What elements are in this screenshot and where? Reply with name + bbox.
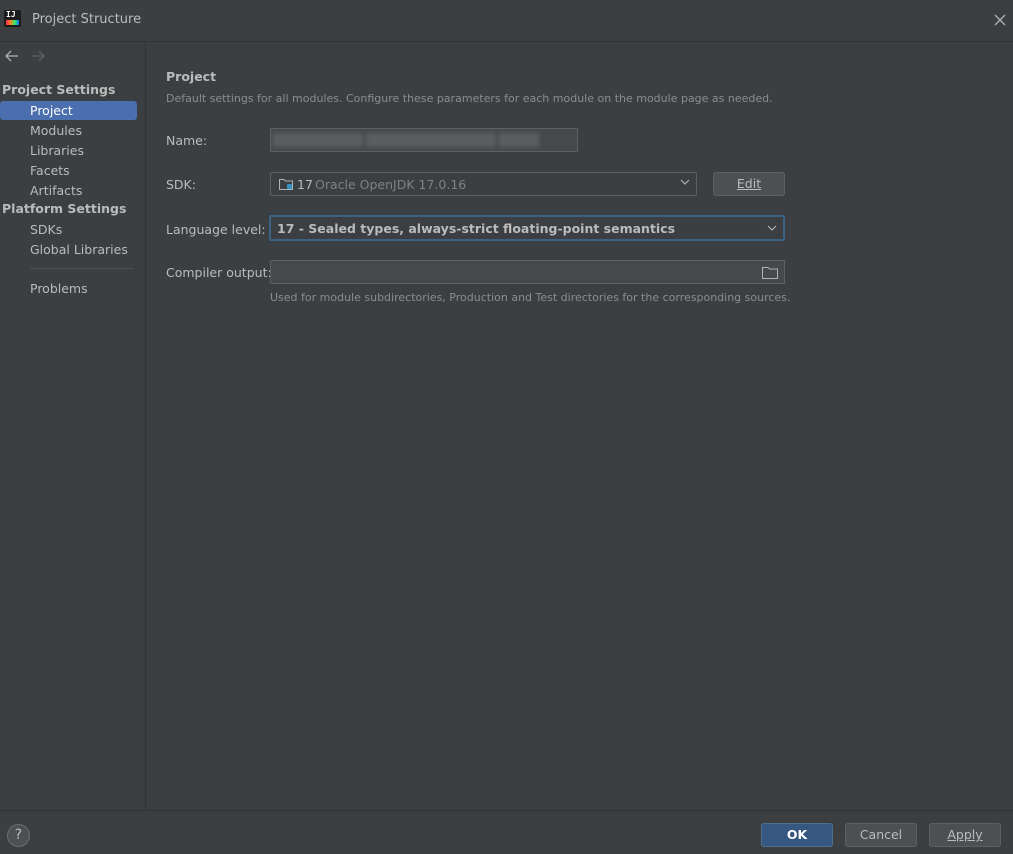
language-level-label: Language level:	[166, 222, 266, 237]
title-bar: IJ Project Structure	[0, 0, 1013, 42]
sidebar-item-modules[interactable]: Modules	[0, 121, 137, 140]
browse-folder-icon[interactable]	[762, 266, 778, 279]
sidebar: Project Settings Project Modules Librari…	[0, 42, 146, 810]
forward-arrow-icon[interactable]	[30, 49, 46, 67]
dialog-footer: ? OK Cancel Apply	[0, 810, 1013, 854]
sdk-name: Oracle OpenJDK 17.0.16	[315, 177, 467, 192]
edit-button-label: Edit	[736, 176, 762, 191]
apply-button-label: Apply	[947, 827, 983, 842]
compiler-output-label: Compiler output:	[166, 265, 272, 280]
app-icon-text: IJ	[6, 10, 16, 19]
back-arrow-icon[interactable]	[4, 49, 20, 67]
ok-button[interactable]: OK	[761, 823, 833, 847]
close-icon[interactable]	[990, 10, 1010, 30]
page-description: Default settings for all modules. Config…	[166, 92, 773, 105]
sidebar-item-global-libraries[interactable]: Global Libraries	[0, 240, 137, 259]
sdk-version: 17	[297, 177, 313, 192]
sidebar-divider	[30, 268, 134, 269]
chevron-down-icon	[680, 177, 690, 187]
project-settings-panel: Project Default settings for all modules…	[147, 42, 1013, 810]
app-icon-stripe	[6, 20, 19, 25]
section-header-project-settings: Project Settings	[2, 82, 116, 97]
compiler-output-field[interactable]	[270, 260, 785, 284]
sidebar-item-facets[interactable]: Facets	[0, 161, 137, 180]
redacted-text	[499, 133, 539, 147]
sdk-dropdown[interactable]: 17 Oracle OpenJDK 17.0.16	[270, 172, 697, 196]
sdk-folder-icon	[279, 178, 293, 190]
redacted-text	[273, 133, 363, 147]
chevron-down-icon	[767, 223, 777, 233]
sdk-label: SDK:	[166, 177, 196, 192]
intellij-logo-icon: IJ	[4, 10, 21, 27]
name-label: Name:	[166, 133, 208, 148]
sidebar-item-sdks[interactable]: SDKs	[0, 220, 137, 239]
edit-sdk-button[interactable]: Edit	[713, 172, 785, 196]
sidebar-item-libraries[interactable]: Libraries	[0, 141, 137, 160]
language-level-dropdown[interactable]: 17 - Sealed types, always-strict floatin…	[269, 215, 785, 241]
apply-button[interactable]: Apply	[929, 823, 1001, 847]
project-name-field[interactable]	[270, 128, 578, 152]
sidebar-item-artifacts[interactable]: Artifacts	[0, 181, 137, 200]
language-level-value: 17 - Sealed types, always-strict floatin…	[277, 221, 676, 236]
section-header-platform-settings: Platform Settings	[2, 201, 127, 216]
cancel-button[interactable]: Cancel	[845, 823, 917, 847]
help-button[interactable]: ?	[7, 824, 30, 847]
page-title: Project	[166, 69, 217, 84]
window-title: Project Structure	[32, 12, 142, 27]
sidebar-item-project[interactable]: Project	[0, 101, 137, 120]
compiler-output-hint: Used for module subdirectories, Producti…	[270, 291, 791, 304]
redacted-text	[366, 133, 496, 147]
sidebar-item-problems[interactable]: Problems	[0, 279, 137, 298]
